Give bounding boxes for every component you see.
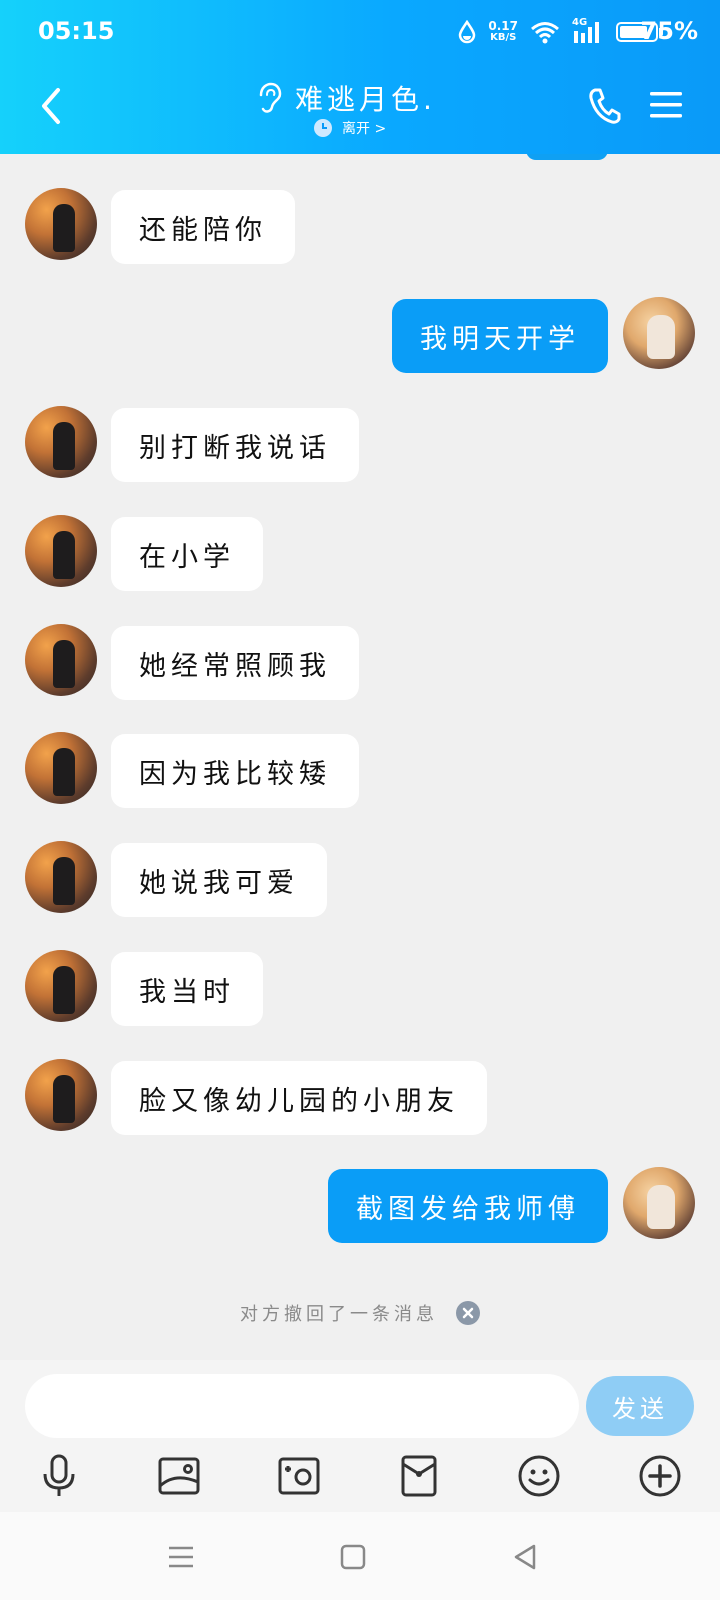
system-navigation-bar [0,1512,720,1600]
contact-status[interactable]: 离开 > [314,118,386,138]
message-row: 我明天开学 [0,297,720,373]
composer-toolbar [0,1452,720,1508]
previous-message-bubble-edge [526,154,608,160]
recent-apps-icon[interactable] [166,1542,196,1572]
message-row: 因为我比较矮 [0,732,720,808]
contact-avatar[interactable] [25,1059,97,1131]
status-bar: 05:15 0.17 KB/S 4G 75% [0,0,720,64]
water-drop-icon [459,20,476,44]
wifi-icon [531,22,559,44]
message-row: 我当时 [0,950,720,1026]
send-button[interactable]: 发送 [586,1376,694,1436]
emoji-icon[interactable] [515,1452,563,1500]
red-packet-icon[interactable] [395,1452,443,1500]
image-icon[interactable] [155,1452,203,1500]
contact-title[interactable]: 难逃月色. [255,78,436,118]
message-row: 截图发给我师傅 [0,1167,720,1243]
message-row: 别打断我说话 [0,406,720,482]
contact-avatar[interactable] [25,188,97,260]
my-avatar[interactable] [623,297,695,369]
incoming-message[interactable]: 在小学 [111,517,263,591]
menu-icon[interactable] [648,88,684,122]
plus-icon[interactable] [636,1452,684,1500]
message-row: 她经常照顾我 [0,624,720,700]
incoming-message[interactable]: 她经常照顾我 [111,626,359,700]
incoming-message[interactable]: 因为我比较矮 [111,734,359,808]
contact-status-text: 离开 > [342,121,387,137]
contact-avatar[interactable] [25,950,97,1022]
incoming-message[interactable]: 脸又像幼儿园的小朋友 [111,1061,487,1135]
contact-avatar[interactable] [25,515,97,587]
home-icon[interactable] [338,1542,368,1572]
nav-bar: 难逃月色. 离开 > [0,70,720,150]
message-row: 在小学 [0,515,720,591]
incoming-message[interactable]: 别打断我说话 [111,408,359,482]
message-row: 她说我可爱 [0,841,720,917]
network-speed-value: 0.17 [488,19,518,33]
incoming-message[interactable]: 我当时 [111,952,263,1026]
status-time: 05:15 [38,17,115,45]
camera-icon[interactable] [275,1452,323,1500]
message-row: 还能陪你 [0,188,720,264]
contact-avatar[interactable] [25,732,97,804]
phone-icon[interactable] [586,86,622,126]
contact-name: 难逃月色. [295,83,436,116]
network-speed-unit: KB/S [490,32,517,43]
message-row: 脸又像幼儿园的小朋友 [0,1059,720,1135]
contact-avatar[interactable] [25,406,97,478]
ear-icon [259,82,282,113]
back-arrow-icon[interactable] [36,86,66,126]
my-avatar[interactable] [623,1167,695,1239]
outgoing-message[interactable]: 截图发给我师傅 [328,1169,608,1243]
status-icons: 0.17 KB/S 4G [458,14,663,50]
message-list[interactable]: 还能陪你 我明天开学 别打断我说话 在小学 她经常照顾我 因为我比较矮 她说我可… [0,154,720,1360]
recall-notice-text: 对方撤回了一条消息 [240,1304,438,1325]
incoming-message[interactable]: 她说我可爱 [111,843,327,917]
back-triangle-icon[interactable] [510,1542,540,1572]
close-icon[interactable] [456,1301,480,1325]
contact-avatar[interactable] [25,841,97,913]
chat-header: 05:15 0.17 KB/S 4G 75% 难逃月色. 离开 > [0,0,720,154]
microphone-icon[interactable] [35,1452,83,1500]
composer: 发送 [0,1360,720,1512]
clock-icon [314,119,332,137]
contact-avatar[interactable] [25,624,97,696]
message-input[interactable] [25,1374,579,1438]
recall-notice: 对方撤回了一条消息 [0,1300,720,1326]
incoming-message[interactable]: 还能陪你 [111,190,295,264]
battery-percent: 75% [640,17,698,45]
network-speed: 0.17 KB/S [488,20,518,44]
cellular-signal-icon: 4G [572,17,604,45]
outgoing-message[interactable]: 我明天开学 [392,299,608,373]
